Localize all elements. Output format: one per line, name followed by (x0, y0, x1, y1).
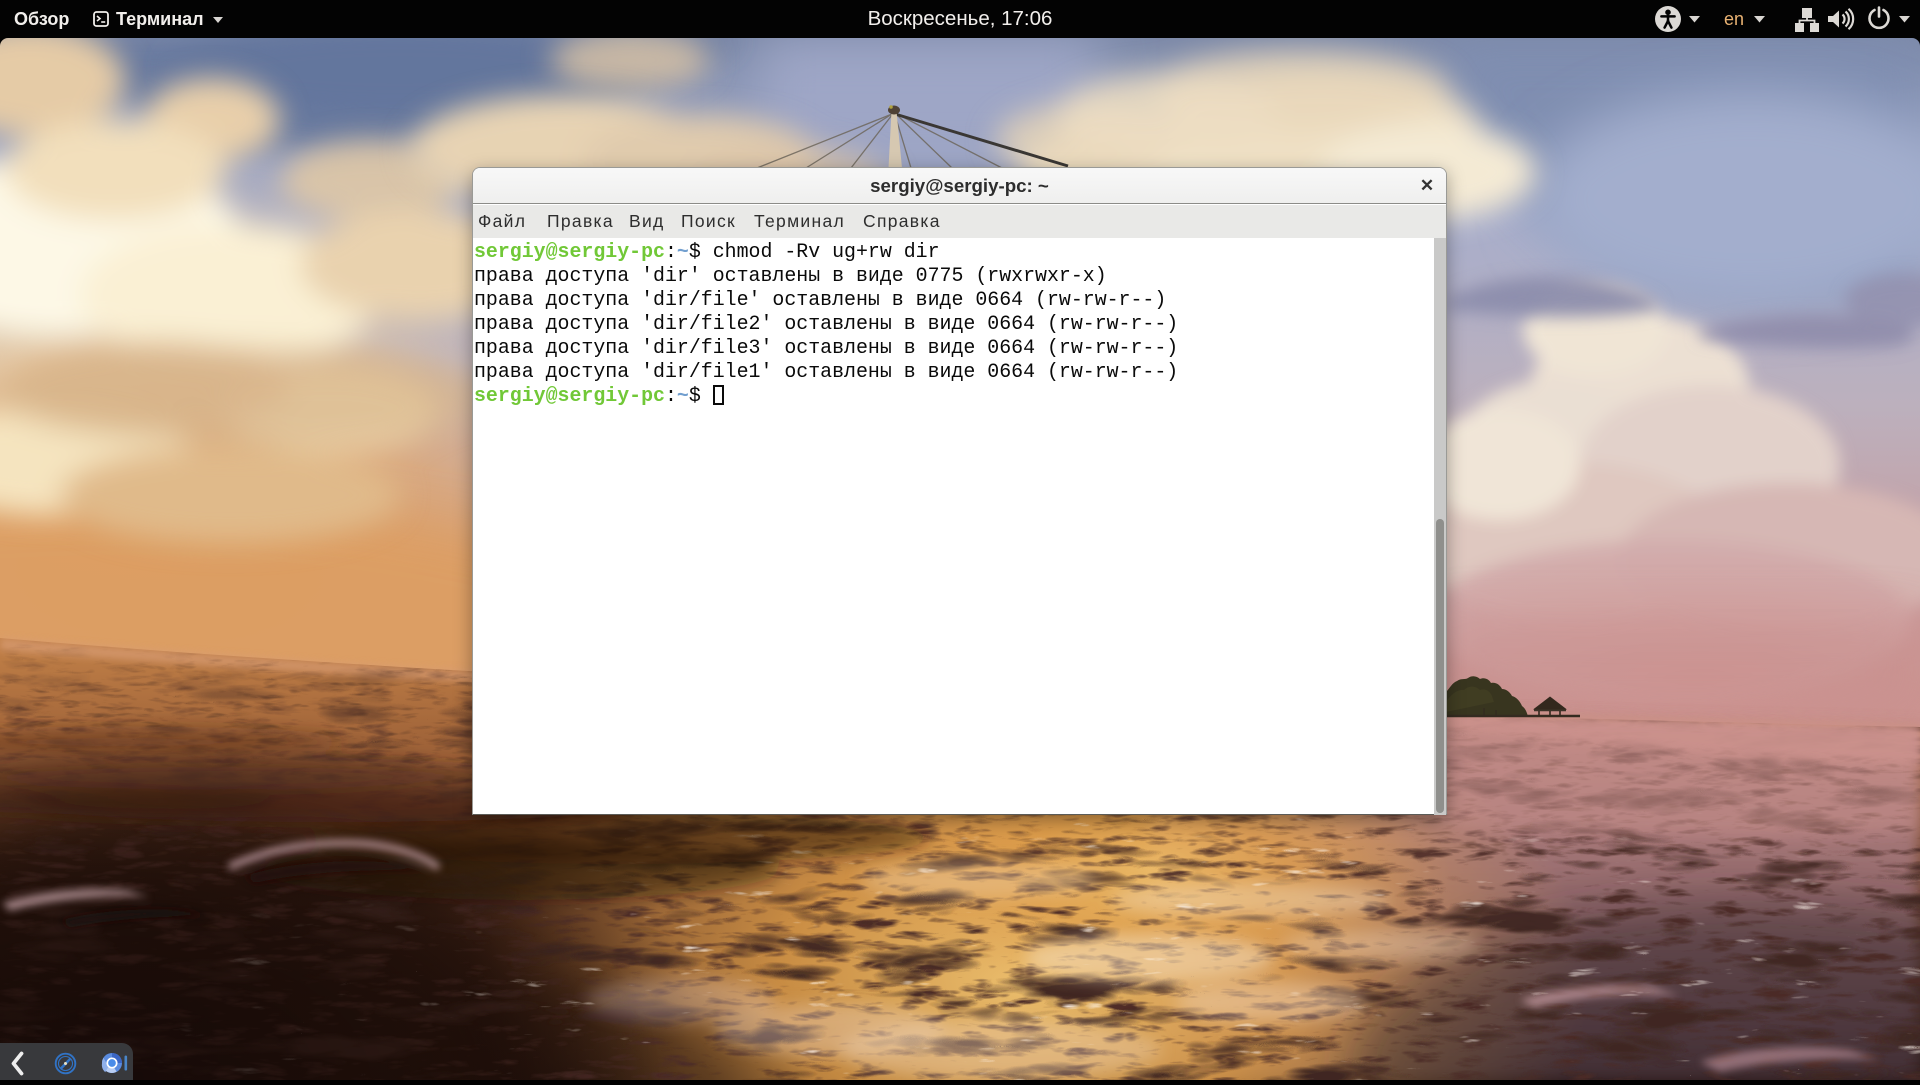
svg-text:en: en (1724, 9, 1744, 29)
